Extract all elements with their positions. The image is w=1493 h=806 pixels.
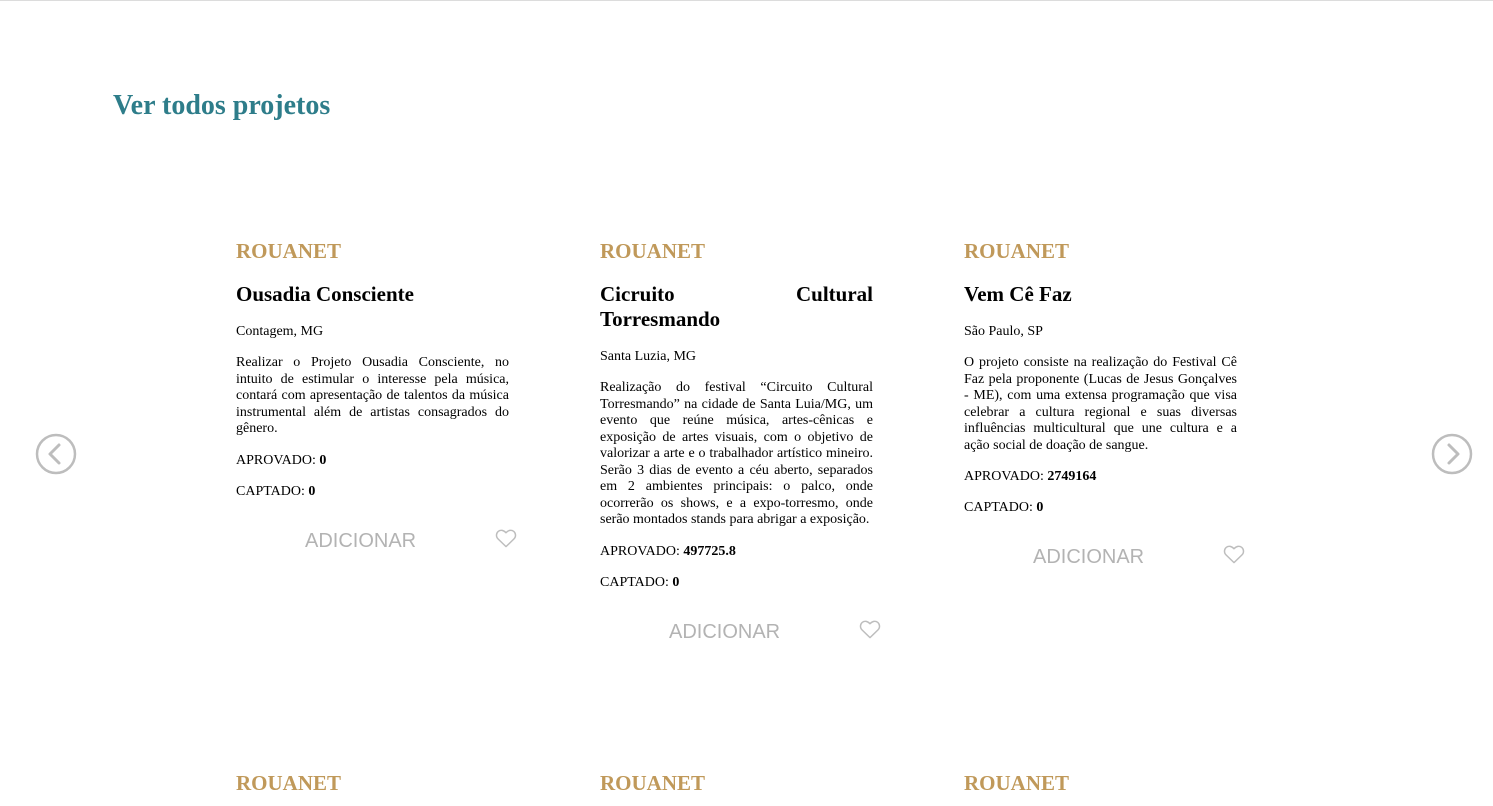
heart-outline-icon[interactable] (495, 528, 517, 548)
approved-value: 0 (319, 452, 327, 468)
project-location: Contagem, MG (236, 324, 324, 339)
raised-label: CAPTADO: (600, 574, 669, 590)
carousel-prev-button[interactable] (35, 433, 77, 475)
add-button[interactable]: ADICIONAR (305, 530, 416, 553)
card-actions: ADICIONAR (600, 619, 881, 649)
raised-amount: CAPTADO: 0 (236, 484, 509, 500)
raised-label: CAPTADO: (964, 500, 1033, 515)
project-category: ROUANET (600, 239, 706, 263)
add-button[interactable]: ADICIONAR (669, 621, 780, 644)
raised-value: 0 (672, 574, 680, 590)
project-location: Santa Luzia, MG (600, 349, 697, 364)
project-card: ROUANET Ousadia Consciente Contagem, MG … (236, 238, 517, 558)
project-category: ROUANET (236, 239, 342, 263)
add-button[interactable]: ADICIONAR (1033, 546, 1144, 569)
card-actions: ADICIONAR (236, 528, 517, 558)
project-card: ROUANET Vem Cê Faz São Paulo, SP O proje… (964, 238, 1245, 574)
heart-outline-icon[interactable] (1223, 544, 1245, 564)
approved-value: 497725.8 (683, 543, 736, 559)
approved-label: APROVADO: (964, 469, 1044, 484)
chevron-left-circle-icon (35, 433, 77, 475)
project-card: ROUANET Cicruito Cultural Torresmando Sa… (600, 238, 881, 649)
top-divider (0, 0, 1493, 1)
project-description: Realização do festival “Circuito Cultura… (600, 380, 873, 527)
chevron-right-circle-icon (1431, 433, 1473, 475)
raised-value: 0 (308, 483, 316, 499)
approved-amount: APROVADO: 2749164 (964, 469, 1237, 485)
raised-amount: CAPTADO: 0 (964, 500, 1237, 516)
approved-amount: APROVADO: 0 (236, 453, 509, 469)
page-title[interactable]: Ver todos projetos (113, 90, 330, 122)
carousel-next-button[interactable] (1431, 433, 1473, 475)
project-description: O projeto consiste na realização do Fest… (964, 355, 1237, 453)
project-description: Realizar o Projeto Ousadia Consciente, n… (236, 355, 509, 436)
raised-value: 0 (1036, 500, 1044, 515)
project-title[interactable]: Vem Cê Faz (964, 282, 1237, 307)
approved-amount: APROVADO: 497725.8 (600, 544, 873, 560)
project-category: ROUANET (964, 771, 1070, 795)
card-actions: ADICIONAR (964, 544, 1245, 574)
project-category: ROUANET (964, 239, 1070, 263)
heart-outline-icon[interactable] (859, 619, 881, 639)
project-category: ROUANET (236, 771, 342, 795)
approved-label: APROVADO: (600, 543, 680, 559)
raised-label: CAPTADO: (236, 483, 305, 499)
project-title[interactable]: Ousadia Consciente (236, 282, 509, 307)
project-location: São Paulo, SP (964, 324, 1043, 339)
approved-label: APROVADO: (236, 452, 316, 468)
project-title[interactable]: Cicruito Cultural Torresmando (600, 282, 873, 332)
approved-value: 2749164 (1047, 469, 1097, 484)
raised-amount: CAPTADO: 0 (600, 575, 873, 591)
project-category: ROUANET (600, 771, 706, 795)
